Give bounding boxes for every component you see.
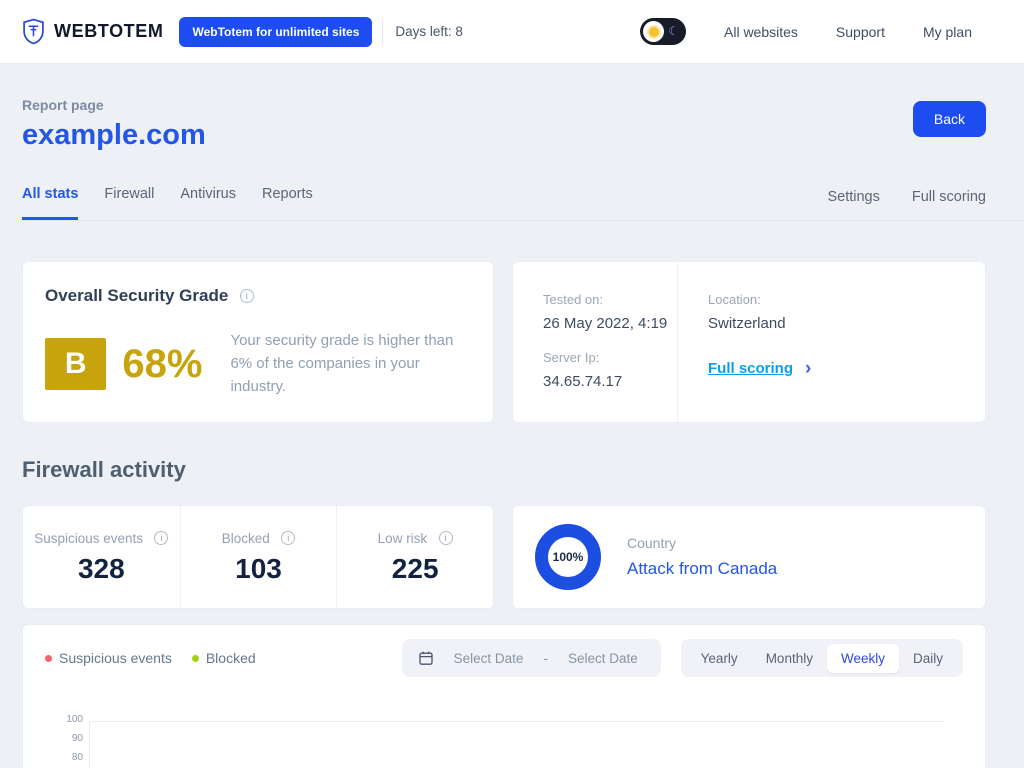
firewall-stats-card: Suspicious events i 328 Blocked i 103 Lo… <box>22 505 494 609</box>
grade-card-title: Overall Security Grade <box>45 286 228 305</box>
location-value: Switzerland <box>708 315 985 332</box>
tab-reports[interactable]: Reports <box>262 186 313 220</box>
server-ip-value: 34.65.74.17 <box>543 373 677 390</box>
country-donut-chart: 100% <box>535 524 601 590</box>
date-start-placeholder: Select Date <box>454 651 524 666</box>
y-axis-tick: 80 <box>45 752 83 763</box>
unlimited-sites-badge-button[interactable]: WebTotem for unlimited sites <box>179 17 372 47</box>
calendar-icon <box>418 650 434 666</box>
chart-y-axis-line <box>89 721 90 768</box>
period-selector: Yearly Monthly Weekly Daily <box>681 639 963 677</box>
brand-name: WEBTOTEM <box>54 21 163 42</box>
overall-security-grade-card: Overall Security Grade i B 68% Your secu… <box>22 261 494 423</box>
grade-badge: B <box>45 338 106 390</box>
firewall-activity-heading: Firewall activity <box>22 457 986 483</box>
date-separator: - <box>543 651 548 666</box>
country-label: Country <box>627 535 777 551</box>
red-dot-icon <box>45 655 52 662</box>
moon-icon: ☾ <box>668 23 679 39</box>
info-icon[interactable]: i <box>240 289 254 303</box>
tab-all-stats[interactable]: All stats <box>22 186 78 220</box>
info-icon[interactable]: i <box>281 531 295 545</box>
firewall-chart-card: Suspicious events Blocked <box>22 624 986 768</box>
page-eyebrow: Report page <box>22 97 206 113</box>
period-weekly[interactable]: Weekly <box>827 644 899 673</box>
stat-label: Low risk <box>378 531 428 546</box>
tab-firewall[interactable]: Firewall <box>104 186 154 220</box>
days-left-text: Days left: 8 <box>395 24 463 39</box>
brand[interactable]: WEBTOTEM <box>22 18 163 45</box>
scan-meta-card: Tested on: 26 May 2022, 4:19 Server Ip: … <box>512 261 986 423</box>
location-label: Location: <box>708 292 985 307</box>
theme-toggle[interactable]: ☾ <box>640 18 686 45</box>
nav-support[interactable]: Support <box>836 24 885 40</box>
green-dot-icon <box>192 655 199 662</box>
chart-legend: Suspicious events Blocked <box>45 650 256 666</box>
stat-low-risk: Low risk i 225 <box>336 506 493 608</box>
date-end-placeholder: Select Date <box>568 651 638 666</box>
tab-settings[interactable]: Settings <box>827 189 879 220</box>
period-yearly[interactable]: Yearly <box>687 644 752 673</box>
period-daily[interactable]: Daily <box>899 644 957 673</box>
back-button[interactable]: Back <box>913 101 986 137</box>
attack-from-country-link[interactable]: Attack from Canada <box>627 559 777 579</box>
legend-blocked: Blocked <box>192 650 256 666</box>
stat-label: Suspicious events <box>34 531 143 546</box>
stat-value: 103 <box>235 553 282 585</box>
sun-icon <box>649 27 659 37</box>
info-icon[interactable]: i <box>154 531 168 545</box>
legend-suspicious-events: Suspicious events <box>45 650 172 666</box>
y-axis-tick: 100 <box>45 714 83 725</box>
full-scoring-link[interactable]: Full scoring › <box>708 360 985 377</box>
chart-top-gridline <box>89 721 944 722</box>
hero: Report page example.com Back <box>22 97 986 152</box>
firewall-activity-chart: 100 90 80 <box>45 701 963 768</box>
tab-full-scoring[interactable]: Full scoring <box>912 189 986 220</box>
stat-value: 328 <box>78 553 125 585</box>
toggle-knob <box>643 21 664 42</box>
tested-on-label: Tested on: <box>543 292 677 307</box>
page-title: example.com <box>22 119 206 152</box>
stat-blocked: Blocked i 103 <box>180 506 337 608</box>
full-scoring-link-text: Full scoring <box>708 360 793 377</box>
y-axis-tick: 90 <box>45 733 83 744</box>
info-icon[interactable]: i <box>439 531 453 545</box>
nav-all-websites[interactable]: All websites <box>724 24 798 40</box>
server-ip-label: Server Ip: <box>543 350 677 365</box>
stat-value: 225 <box>392 553 439 585</box>
webtotem-shield-logo-icon <box>22 18 45 45</box>
grade-percent: 68% <box>122 342 202 387</box>
topbar-divider <box>382 19 383 45</box>
date-range-picker[interactable]: Select Date - Select Date <box>402 639 661 677</box>
grade-description: Your security grade is higher than 6% of… <box>230 330 471 398</box>
tested-on-value: 26 May 2022, 4:19 <box>543 315 677 332</box>
stat-label: Blocked <box>222 531 270 546</box>
nav-my-plan[interactable]: My plan <box>923 24 972 40</box>
chevron-right-icon: › <box>805 362 811 376</box>
donut-percent: 100% <box>553 550 584 564</box>
period-monthly[interactable]: Monthly <box>752 644 827 673</box>
tabs-row: All stats Firewall Antivirus Reports Set… <box>22 186 1024 221</box>
attack-country-card: 100% Country Attack from Canada <box>512 505 986 609</box>
tab-antivirus[interactable]: Antivirus <box>180 186 236 220</box>
top-bar: WEBTOTEM WebTotem for unlimited sites Da… <box>0 0 1024 64</box>
stat-suspicious-events: Suspicious events i 328 <box>23 506 180 608</box>
